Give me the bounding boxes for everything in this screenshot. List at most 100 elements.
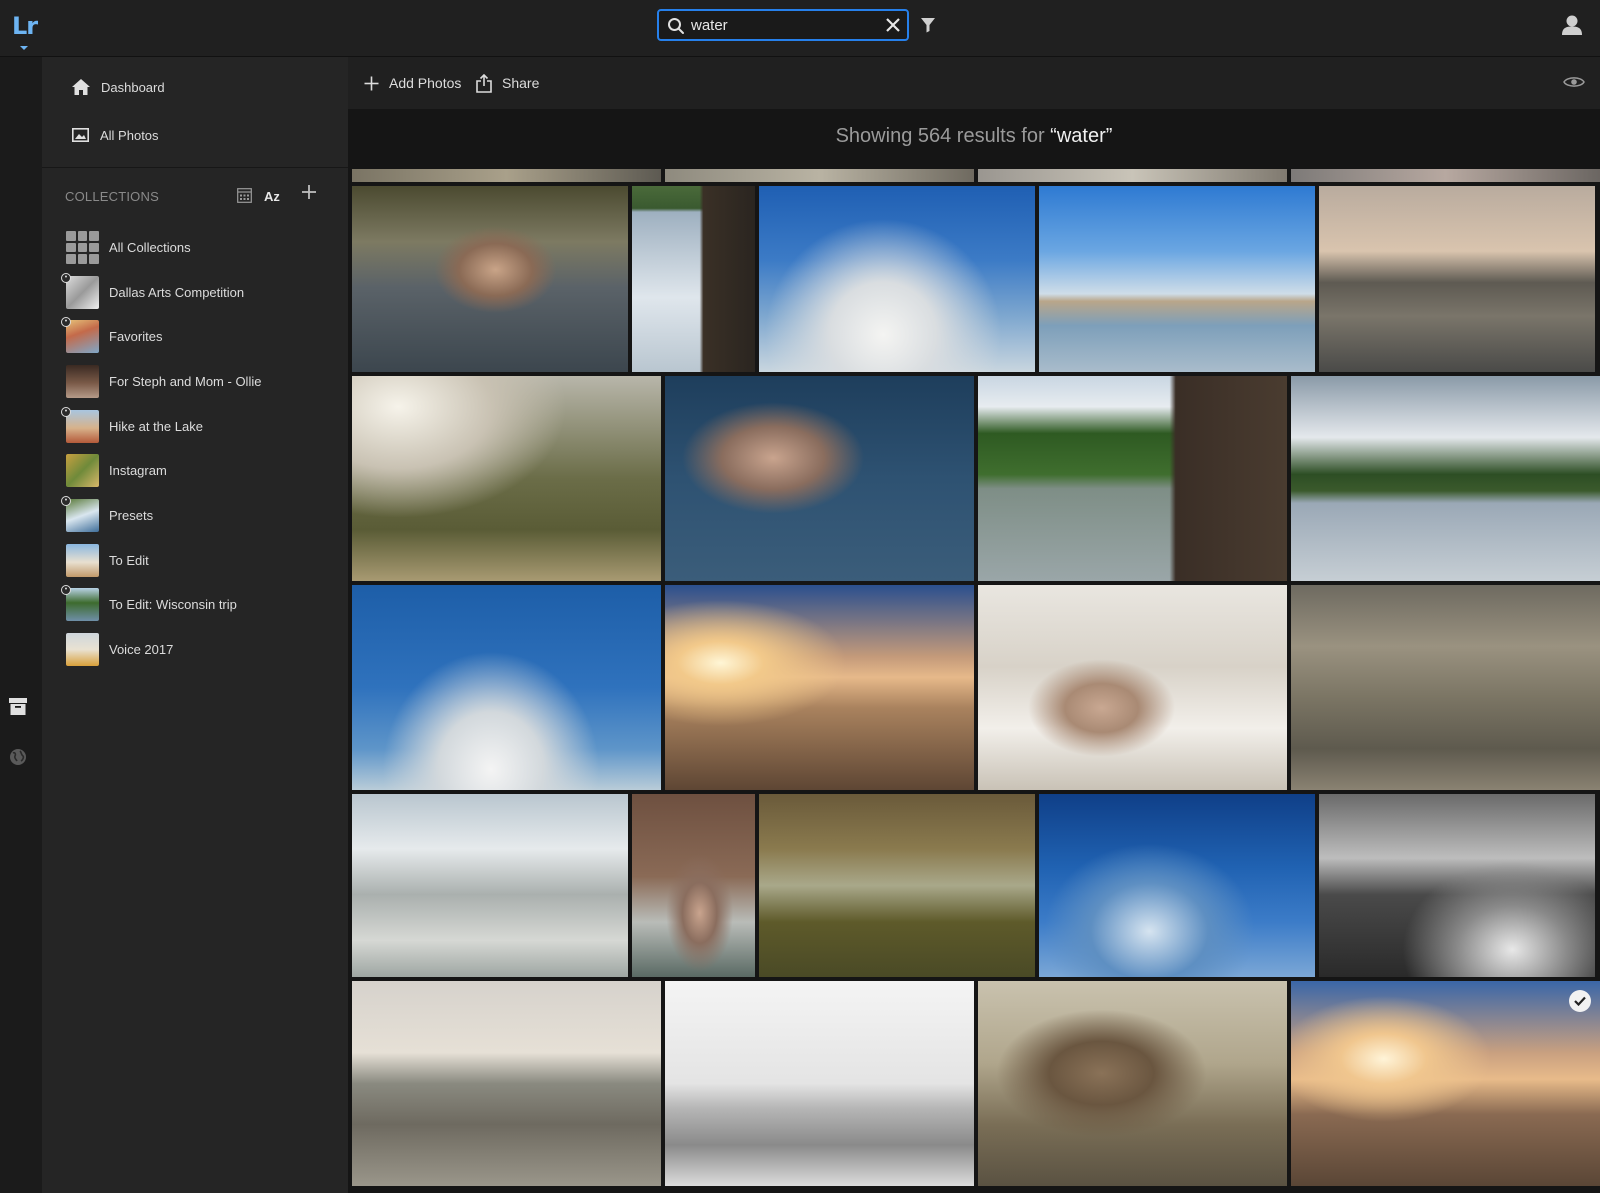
search-input[interactable] bbox=[691, 15, 871, 35]
photo-row bbox=[352, 981, 1600, 1186]
add-photos-label: Add Photos bbox=[389, 75, 462, 91]
photo-thumbnail[interactable] bbox=[1291, 585, 1600, 790]
collections-header: COLLECTIONS bbox=[65, 189, 159, 204]
photo-thumbnail[interactable] bbox=[978, 169, 1287, 182]
collection-voice-2017[interactable]: Voice 2017 bbox=[66, 627, 261, 672]
nav-all-photos[interactable]: All Photos bbox=[72, 120, 159, 150]
photo-thumbnail[interactable] bbox=[978, 981, 1287, 1186]
photo-thumbnail[interactable] bbox=[1039, 794, 1315, 977]
collection-favorites[interactable]: • Favorites bbox=[61, 314, 261, 359]
photo-thumbnail[interactable] bbox=[352, 186, 628, 372]
photo-thumbnail[interactable] bbox=[759, 186, 1035, 372]
app-logo[interactable]: Lr bbox=[12, 12, 38, 40]
collection-thumbnail: • bbox=[61, 495, 99, 532]
photo-thumbnail[interactable] bbox=[665, 585, 974, 790]
photo-thumbnail[interactable] bbox=[1291, 169, 1600, 182]
globe-icon: • bbox=[61, 585, 71, 596]
photo-thumbnail[interactable] bbox=[352, 376, 661, 581]
collection-dallas-arts-competition[interactable]: • Dallas Arts Competition bbox=[61, 270, 261, 315]
photo-thumbnail[interactable] bbox=[665, 981, 974, 1186]
plus-icon bbox=[364, 76, 379, 90]
collection-for-steph-and-mom-ollie[interactable]: For Steph and Mom - Ollie bbox=[66, 359, 261, 404]
photo-row bbox=[352, 169, 1600, 182]
collection-all-collections[interactable]: All Collections bbox=[66, 225, 261, 270]
collection-to-edit[interactable]: To Edit bbox=[66, 538, 261, 583]
image-icon bbox=[72, 128, 89, 142]
collection-thumbnail bbox=[66, 454, 99, 488]
photo-thumbnail[interactable] bbox=[978, 585, 1287, 790]
photo-thumbnail[interactable] bbox=[1291, 376, 1600, 581]
globe-icon: • bbox=[61, 495, 71, 506]
collection-presets[interactable]: • Presets bbox=[61, 493, 261, 538]
collection-label: Dallas Arts Competition bbox=[109, 284, 245, 300]
collection-label: Presets bbox=[109, 507, 154, 523]
results-prefix: Showing 564 results for bbox=[835, 125, 1051, 147]
globe-icon: • bbox=[61, 406, 71, 417]
photo-thumbnail[interactable] bbox=[759, 794, 1035, 977]
globe-icon: • bbox=[61, 317, 71, 328]
checkmark-icon[interactable] bbox=[1569, 990, 1591, 1012]
photo-thumbnail[interactable] bbox=[1039, 186, 1315, 372]
photo-thumbnail[interactable] bbox=[352, 585, 661, 790]
app-menu-caret-icon[interactable] bbox=[20, 46, 28, 50]
nav-dashboard[interactable]: Dashboard bbox=[72, 72, 165, 102]
collection-label: For Steph and Mom - Ollie bbox=[109, 373, 262, 389]
share-label: Share bbox=[502, 75, 540, 91]
photo-row bbox=[352, 186, 1600, 372]
collection-label: Favorites bbox=[109, 329, 163, 345]
photo-thumbnail[interactable] bbox=[352, 169, 661, 182]
top-bar: Lr bbox=[0, 0, 1600, 57]
photo-grid bbox=[352, 169, 1600, 1190]
collection-thumbnail bbox=[66, 543, 99, 577]
photo-thumbnail[interactable] bbox=[352, 794, 628, 977]
sidebar: Dashboard All Photos COLLECTIONS Az All … bbox=[42, 57, 348, 1193]
filter-icon[interactable] bbox=[921, 17, 935, 33]
home-icon bbox=[72, 79, 90, 95]
results-query: “water” bbox=[1050, 125, 1113, 147]
photo-thumbnail[interactable] bbox=[1291, 981, 1600, 1186]
collection-label: To Edit: Wisconsin trip bbox=[109, 597, 237, 613]
photo-thumbnail[interactable] bbox=[1319, 794, 1595, 977]
photo-thumbnail[interactable] bbox=[978, 376, 1287, 581]
photo-thumbnail[interactable] bbox=[352, 981, 661, 1186]
collection-thumbnail: • bbox=[61, 406, 99, 443]
collection-thumbnail: • bbox=[61, 272, 99, 309]
photo-thumbnail[interactable] bbox=[665, 376, 974, 581]
collection-label: All Collections bbox=[109, 239, 191, 255]
sort-az-button[interactable]: Az bbox=[264, 189, 280, 204]
results-summary: Showing 564 results for “water” bbox=[348, 125, 1600, 148]
photo-thumbnail[interactable] bbox=[665, 169, 974, 182]
add-photos-button[interactable]: Add Photos bbox=[364, 71, 461, 95]
collections-list: All Collections • Dallas Arts Competitio… bbox=[61, 225, 261, 672]
nav-dashboard-label: Dashboard bbox=[101, 79, 165, 95]
share-icon bbox=[476, 73, 492, 93]
collection-thumbnail: • bbox=[61, 585, 99, 622]
photo-row bbox=[352, 794, 1600, 977]
eye-icon[interactable] bbox=[1563, 75, 1585, 89]
sidebar-divider bbox=[42, 167, 348, 168]
collection-to-edit-wisconsin-trip[interactable]: • To Edit: Wisconsin trip bbox=[61, 583, 261, 628]
collection-label: Voice 2017 bbox=[109, 642, 174, 658]
collection-hike-at-the-lake[interactable]: • Hike at the Lake bbox=[61, 404, 261, 449]
toolbar: Add Photos Share bbox=[348, 57, 1600, 109]
photo-thumbnail[interactable] bbox=[632, 186, 755, 372]
collection-label: To Edit bbox=[109, 552, 149, 568]
plus-icon[interactable] bbox=[301, 184, 317, 200]
photo-thumbnail[interactable] bbox=[1319, 186, 1595, 372]
archive-icon[interactable] bbox=[9, 698, 27, 715]
user-icon[interactable] bbox=[1561, 14, 1583, 36]
calendar-grid-icon[interactable] bbox=[237, 188, 252, 203]
collection-instagram[interactable]: Instagram bbox=[66, 448, 261, 493]
search-icon bbox=[668, 18, 684, 34]
collection-thumbnail bbox=[66, 633, 99, 667]
nav-all-photos-label: All Photos bbox=[100, 127, 159, 143]
close-icon[interactable] bbox=[885, 17, 901, 33]
photo-thumbnail[interactable] bbox=[632, 794, 755, 977]
all-collections-icon bbox=[66, 230, 99, 264]
globe-icon: • bbox=[61, 272, 71, 283]
left-rail bbox=[0, 57, 42, 1193]
search-box[interactable] bbox=[657, 9, 909, 41]
share-button[interactable]: Share bbox=[476, 71, 539, 95]
globe-icon[interactable] bbox=[9, 748, 27, 766]
photo-row bbox=[352, 585, 1600, 790]
